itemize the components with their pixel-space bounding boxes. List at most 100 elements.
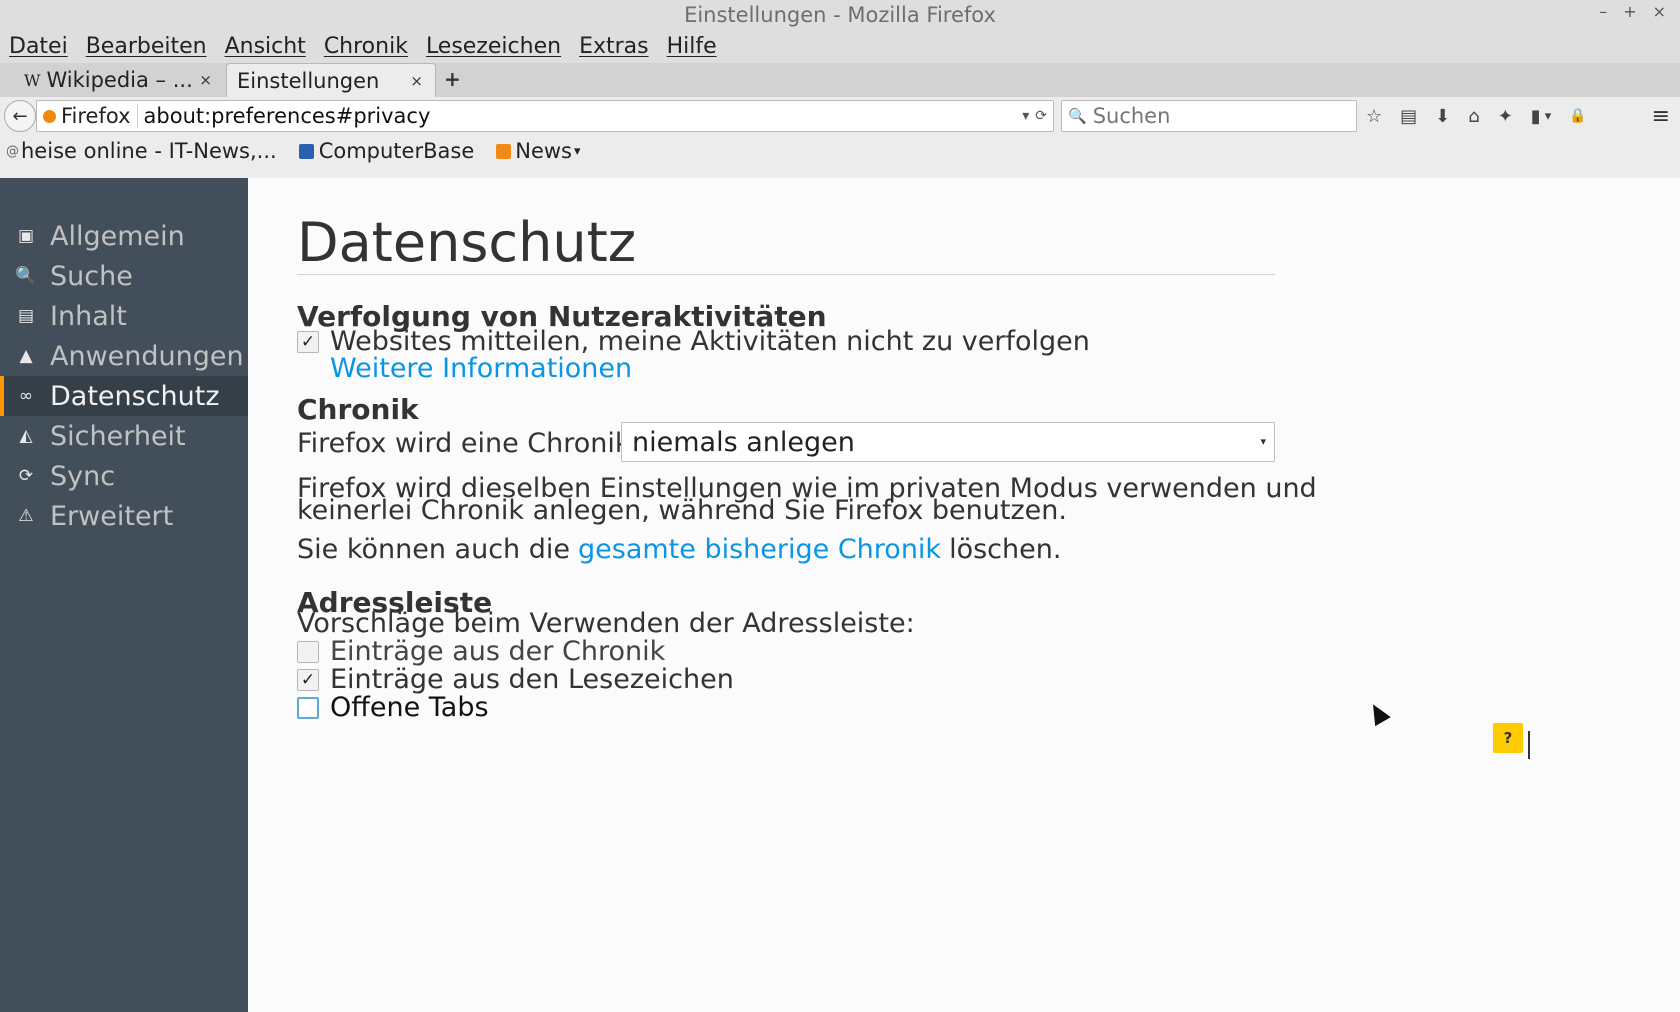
- open-menu-button[interactable]: ≡: [1652, 100, 1670, 132]
- privacy-mask-icon: ∞: [18, 386, 34, 406]
- search-icon: 🔍: [15, 266, 37, 286]
- url-text[interactable]: about:preferences#privacy: [138, 104, 431, 128]
- history-mode-select[interactable]: niemals anlegen ▾: [621, 422, 1275, 462]
- suggest-bookmarks-row[interactable]: ✓ Einträge aus den Lesezeichen: [297, 664, 734, 695]
- back-button[interactable]: ←: [4, 100, 36, 132]
- clipboard-dropdown-icon[interactable]: ▾: [1545, 109, 1552, 124]
- sidebar-item-inhalt[interactable]: ▤ Inhalt: [0, 296, 248, 336]
- suggest-bookmarks-label: Einträge aus den Lesezeichen: [330, 664, 734, 695]
- dnt-checkbox[interactable]: ✓: [297, 330, 319, 353]
- close-tab-icon[interactable]: ×: [410, 72, 423, 90]
- wikipedia-icon: W: [24, 70, 41, 90]
- preferences-sidebar: ▣ Allgemein 🔍 Suche ▤ Inhalt ▲ Anwendung…: [0, 178, 248, 1012]
- toolbar-icons: ☆ ▤ ⬇ ⌂ ✦ ▮ ▾ 🔒: [1366, 100, 1587, 132]
- bookmark-folder-news[interactable]: News ▾: [496, 139, 581, 163]
- tab-wikipedia[interactable]: W Wikipedia – ... ×: [14, 63, 224, 97]
- sidebar-item-erweitert[interactable]: ⚠ Erweitert: [0, 496, 248, 536]
- firefox-window: Einstellungen - Mozilla Firefox – + × Da…: [0, 0, 1680, 1012]
- url-dropdown-icon[interactable]: ▾: [1022, 108, 1029, 124]
- tab-einstellungen[interactable]: Einstellungen ×: [226, 63, 436, 97]
- sync-icon[interactable]: ✦: [1498, 106, 1513, 127]
- new-tab-icon[interactable]: +: [444, 67, 461, 91]
- sidebar-item-anwendungen[interactable]: ▲ Anwendungen: [0, 336, 248, 376]
- library-icon[interactable]: ▤: [1400, 106, 1417, 127]
- url-bar[interactable]: Firefox about:preferences#privacy ▾ ⟳: [36, 100, 1054, 132]
- chevron-down-icon: ▾: [1260, 435, 1266, 448]
- applications-icon: ▲: [19, 346, 33, 366]
- clear-history-suffix: löschen.: [949, 534, 1062, 565]
- advanced-icon: ⚠: [18, 506, 34, 526]
- url-tools: ▾ ⟳: [1022, 101, 1047, 131]
- menu-ansicht[interactable]: Ansicht: [225, 34, 306, 59]
- help-button[interactable]: ?: [1493, 723, 1523, 753]
- heise-icon: @: [6, 143, 19, 159]
- close-tab-icon[interactable]: ×: [199, 71, 212, 89]
- lock-icon[interactable]: 🔒: [1569, 108, 1586, 124]
- suggest-open-tabs-checkbox[interactable]: [297, 696, 319, 719]
- page-title: Datenschutz: [297, 211, 637, 274]
- text-caret: [1528, 731, 1530, 759]
- search-input[interactable]: [1092, 104, 1353, 128]
- security-icon: ◭: [19, 426, 33, 446]
- identity-box[interactable]: Firefox: [37, 104, 138, 128]
- suggest-open-tabs-row[interactable]: Offene Tabs: [297, 692, 489, 723]
- search-icon: 🔍: [1068, 107, 1087, 125]
- history-mode-value: niemals anlegen: [632, 426, 855, 458]
- computerbase-icon: [298, 143, 314, 159]
- sidebar-item-label: Anwendungen: [50, 340, 244, 372]
- menu-bar: Datei Bearbeiten Ansicht Chronik Lesezei…: [0, 30, 1680, 63]
- bookmark-label: heise online - IT-News,...: [21, 139, 277, 163]
- suggest-history-row[interactable]: Einträge aus der Chronik: [297, 636, 665, 667]
- clipboard-icon[interactable]: ▮: [1531, 106, 1541, 127]
- title-bar: Einstellungen - Mozilla Firefox – + ×: [0, 0, 1680, 30]
- suggest-history-checkbox[interactable]: [297, 640, 319, 663]
- menu-lesezeichen[interactable]: Lesezeichen: [426, 34, 561, 59]
- sidebar-item-label: Erweitert: [50, 500, 174, 532]
- menu-hilfe[interactable]: Hilfe: [667, 34, 717, 59]
- sidebar-item-sync[interactable]: ⟳ Sync: [0, 456, 248, 496]
- sidebar-item-label: Datenschutz: [50, 380, 220, 412]
- suggest-bookmarks-checkbox[interactable]: ✓: [297, 668, 319, 691]
- preferences-content: Datenschutz Verfolgung von Nutzeraktivit…: [248, 178, 1680, 1012]
- title-divider: [297, 274, 1275, 275]
- firefox-icon: [43, 109, 56, 123]
- suggest-label: Vorschläge beim Verwenden der Adressleis…: [297, 608, 915, 639]
- identity-label: Firefox: [61, 104, 131, 128]
- bookmark-label: ComputerBase: [318, 139, 475, 163]
- downloads-icon[interactable]: ⬇: [1435, 106, 1450, 127]
- menu-chronik[interactable]: Chronik: [324, 34, 408, 59]
- menu-extras[interactable]: Extras: [579, 34, 649, 59]
- sidebar-item-sicherheit[interactable]: ◭ Sicherheit: [0, 416, 248, 456]
- mouse-pointer-icon: [1365, 699, 1391, 727]
- maximize-icon[interactable]: +: [1623, 0, 1636, 26]
- close-window-icon[interactable]: ×: [1653, 0, 1666, 26]
- search-bar[interactable]: 🔍: [1061, 100, 1357, 132]
- home-icon[interactable]: ⌂: [1468, 106, 1479, 127]
- sidebar-item-suche[interactable]: 🔍 Suche: [0, 256, 248, 296]
- tab-bar: W Wikipedia – ... × Einstellungen × +: [0, 63, 1680, 97]
- bookmark-heise[interactable]: @ heise online - IT-News,...: [6, 139, 277, 163]
- clear-history-sentence: Sie können auch die gesamte bisherige Ch…: [297, 534, 1061, 565]
- back-arrow-icon: ←: [12, 105, 28, 127]
- history-mode-label: Firefox wird eine Chronik:: [297, 428, 640, 459]
- menu-bearbeiten[interactable]: Bearbeiten: [86, 34, 207, 59]
- general-icon: ▣: [17, 226, 35, 246]
- sidebar-item-datenschutz[interactable]: ∞ Datenschutz: [0, 376, 248, 416]
- sidebar-item-allgemein[interactable]: ▣ Allgemein: [0, 216, 248, 256]
- bookmark-star-icon[interactable]: ☆: [1366, 106, 1382, 127]
- sidebar-item-label: Suche: [50, 260, 133, 292]
- learn-more-link[interactable]: Weitere Informationen: [330, 353, 632, 384]
- bookmark-computerbase[interactable]: ComputerBase: [298, 139, 475, 163]
- rss-icon: [496, 143, 512, 159]
- menu-datei[interactable]: Datei: [9, 34, 68, 59]
- history-heading: Chronik: [297, 393, 419, 426]
- suggest-open-tabs-label: Offene Tabs: [330, 692, 489, 723]
- minimize-icon[interactable]: –: [1599, 0, 1607, 26]
- bookmarks-toolbar: @ heise online - IT-News,... ComputerBas…: [6, 139, 581, 163]
- clear-history-link[interactable]: gesamte bisherige Chronik: [578, 534, 941, 565]
- reload-icon[interactable]: ⟳: [1035, 108, 1047, 124]
- sync-icon: ⟳: [18, 466, 34, 486]
- content-icon: ▤: [17, 306, 35, 326]
- sidebar-item-label: Sicherheit: [50, 420, 186, 452]
- tab-label: Wikipedia – ...: [46, 68, 193, 92]
